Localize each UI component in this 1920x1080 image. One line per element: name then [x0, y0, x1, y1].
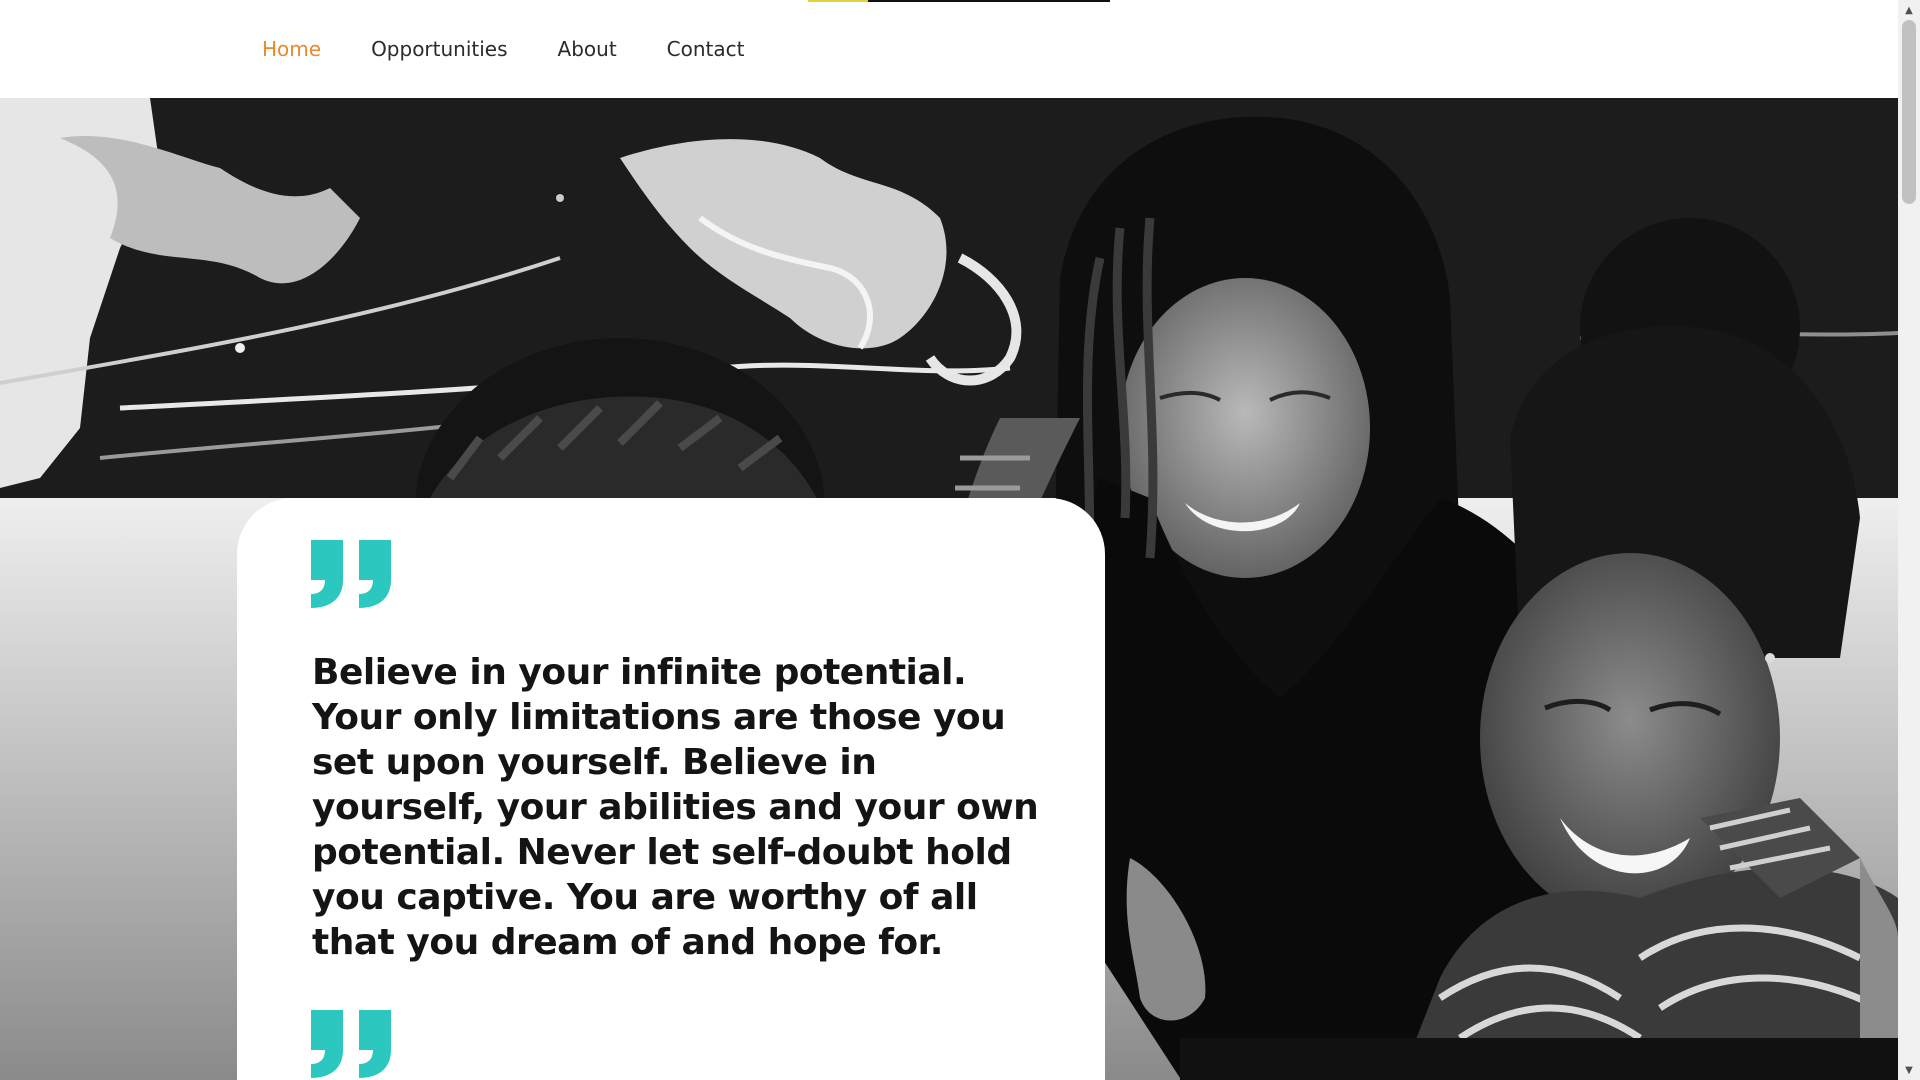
page: Home Opportunities About Contact Believe… — [0, 0, 1920, 1080]
quote-close-icon — [311, 1010, 391, 1078]
vertical-scrollbar[interactable]: ▲ ▼ — [1898, 0, 1920, 1080]
nav-item-home[interactable]: Home — [262, 37, 321, 61]
scrollbar-thumb[interactable] — [1902, 20, 1916, 204]
nav-item-contact[interactable]: Contact — [667, 37, 745, 61]
nav-item-about[interactable]: About — [558, 37, 617, 61]
quote-open-icon — [311, 540, 391, 608]
nav-item-opportunities[interactable]: Opportunities — [371, 37, 507, 61]
site-header: Home Opportunities About Contact — [0, 0, 1898, 98]
quote-card: Believe in your infinite potential. Your… — [237, 498, 1105, 1080]
page-loading-progress — [808, 0, 868, 2]
scroll-down-arrow-icon[interactable]: ▼ — [1898, 1060, 1920, 1080]
quote-text: Believe in your infinite potential. Your… — [312, 652, 1039, 963]
main-nav: Home Opportunities About Contact — [262, 0, 744, 98]
scroll-up-arrow-icon[interactable]: ▲ — [1898, 0, 1920, 20]
